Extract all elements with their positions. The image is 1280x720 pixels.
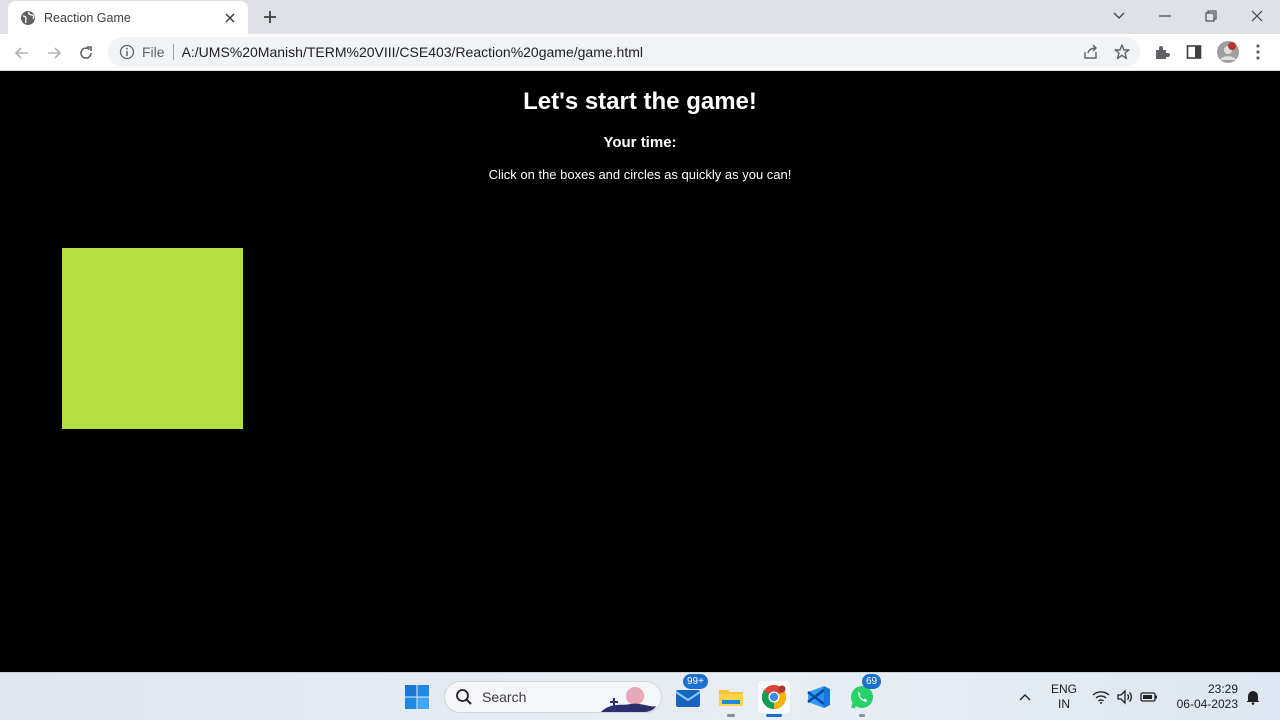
tab-strip: Reaction Game [0, 0, 1280, 34]
profile-avatar[interactable] [1216, 40, 1240, 64]
reload-icon[interactable] [72, 39, 100, 67]
volume-icon[interactable] [1115, 687, 1135, 707]
address-bar[interactable]: File A:/UMS%20Manish/TERM%20VIII/CSE403/… [108, 37, 1140, 67]
forward-icon[interactable] [40, 39, 68, 67]
tab-search-icon[interactable] [1096, 0, 1142, 32]
bookmark-star-icon[interactable] [1113, 43, 1131, 61]
clock-time[interactable]: 23:29 [1170, 682, 1238, 696]
clock-date[interactable]: 06-04-2023 [1166, 697, 1238, 711]
menu-kebab-icon[interactable] [1248, 42, 1268, 62]
side-panel-icon[interactable] [1184, 42, 1204, 62]
language-region[interactable]: IN [1046, 697, 1082, 711]
minimize-icon[interactable] [1142, 0, 1188, 32]
back-icon[interactable] [8, 39, 36, 67]
share-icon[interactable] [1082, 43, 1100, 61]
url-scheme-label: File [142, 44, 165, 60]
instructions-text: Click on the boxes and circles as quickl… [488, 167, 792, 182]
close-window-icon[interactable] [1234, 0, 1280, 32]
chrome-active-indicator [766, 714, 782, 717]
mail-unread-badge: 99+ [683, 674, 708, 689]
close-tab-icon[interactable] [222, 10, 238, 26]
whatsapp-running-indicator [859, 714, 865, 717]
battery-icon[interactable] [1139, 687, 1159, 707]
chrome-app-icon[interactable] [758, 681, 790, 713]
file-explorer-running-indicator [727, 714, 735, 717]
browser-toolbar: File A:/UMS%20Manish/TERM%20VIII/CSE403/… [0, 34, 1280, 71]
taskbar: Search 99+ 69 ENG IN 23:29 06-04-2023 [0, 672, 1280, 720]
info-icon[interactable] [119, 44, 135, 60]
windows-start-icon[interactable] [404, 684, 430, 710]
globe-icon [20, 10, 36, 26]
search-placeholder: Search [482, 689, 527, 705]
time-label: Your time: [603, 134, 677, 151]
restore-icon[interactable] [1188, 0, 1234, 32]
notification-icon[interactable] [1243, 687, 1263, 707]
page-title: Let's start the game! [523, 88, 757, 115]
tab-title: Reaction Game [44, 10, 131, 25]
extensions-icon[interactable] [1152, 42, 1172, 62]
new-tab-button[interactable] [258, 6, 282, 28]
chevron-up-icon[interactable] [1015, 687, 1035, 707]
file-explorer-icon[interactable] [715, 681, 747, 713]
search-icon [455, 688, 473, 706]
game-target-box[interactable] [62, 248, 243, 429]
url-divider [172, 44, 174, 60]
language-code[interactable]: ENG [1046, 682, 1082, 696]
url-text[interactable]: A:/UMS%20Manish/TERM%20VIII/CSE403/React… [182, 44, 643, 60]
search-highlight-art [601, 684, 659, 712]
taskbar-search-box[interactable]: Search [444, 681, 662, 713]
wifi-icon[interactable] [1091, 687, 1111, 707]
browser-tab[interactable]: Reaction Game [8, 1, 248, 34]
game-page: Let's start the game! Your time: Click o… [0, 72, 1280, 672]
whatsapp-unread-badge: 69 [862, 674, 882, 689]
vscode-app-icon[interactable] [802, 681, 834, 713]
